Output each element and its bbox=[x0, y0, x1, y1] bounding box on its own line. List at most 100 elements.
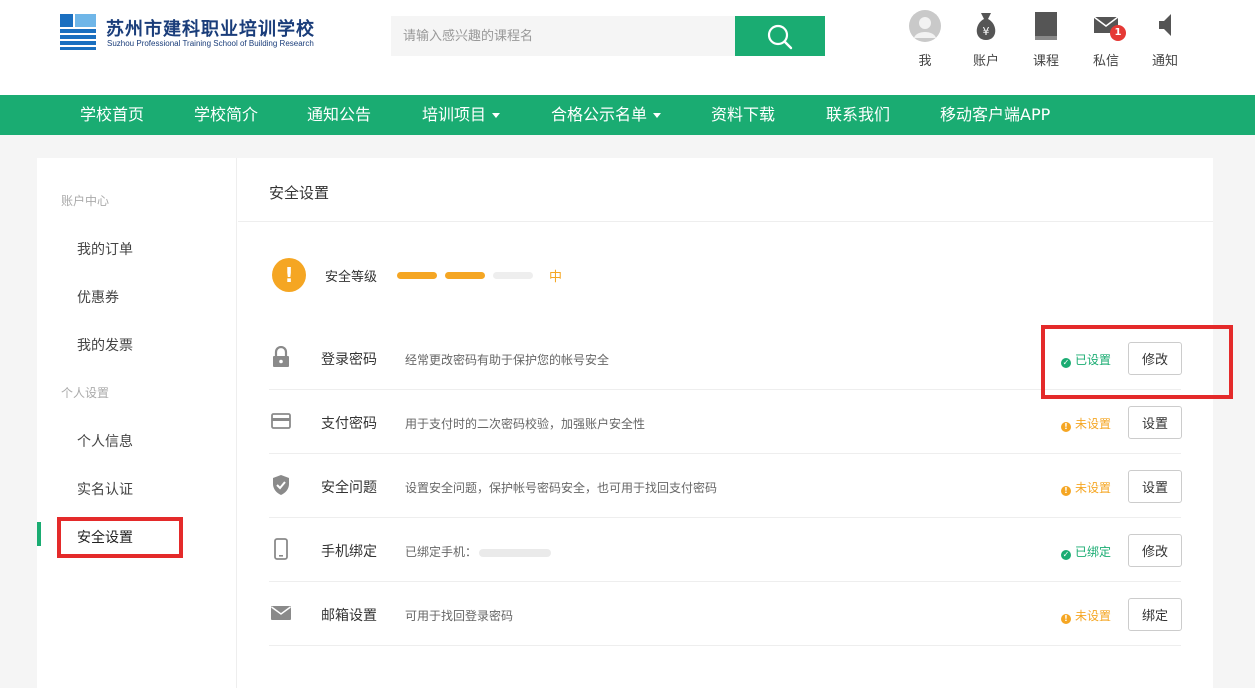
nav-mobile-app-label: 移动客户端APP bbox=[940, 105, 1051, 124]
row-name: 安全问题 bbox=[321, 480, 377, 496]
school-logo[interactable]: 苏州市建科职业培训学校 Suzhou Professional Training… bbox=[60, 14, 320, 54]
row-desc: 经常更改密码有助于保护您的帐号安全 bbox=[405, 353, 610, 367]
speaker-icon bbox=[1159, 14, 1171, 36]
exclamation-circle-icon: ! bbox=[1061, 486, 1071, 496]
bind-email-button[interactable]: 绑定 bbox=[1128, 598, 1182, 631]
header-courses[interactable]: 课程 bbox=[1021, 10, 1071, 70]
card-icon bbox=[271, 413, 291, 429]
security-level-bar-1 bbox=[397, 272, 437, 279]
site-header: 苏州市建科职业培训学校 Suzhou Professional Training… bbox=[0, 0, 1255, 95]
header-me[interactable]: 我 bbox=[900, 10, 950, 70]
check-circle-icon: ✓ bbox=[1061, 550, 1071, 560]
nav-qualified-list-label: 合格公示名单 bbox=[551, 105, 648, 124]
row-desc: 可用于找回登录密码 bbox=[405, 609, 514, 623]
set-payment-password-button[interactable]: 设置 bbox=[1128, 406, 1182, 439]
sidebar-item-orders[interactable]: 我的订单 bbox=[77, 239, 133, 259]
header-me-label: 我 bbox=[918, 54, 932, 69]
security-level-label: 安全等级 bbox=[325, 270, 378, 285]
nav-mobile-app[interactable]: 移动客户端APP bbox=[940, 95, 1050, 135]
message-count-badge: 1 bbox=[1110, 25, 1126, 41]
chevron-down-icon bbox=[653, 113, 662, 118]
security-row-payment-password: 支付密码 用于支付时的二次密码校验，加强账户安全性 ! 未设置 设置 bbox=[269, 390, 1182, 454]
avatar-icon bbox=[909, 10, 941, 42]
status-text: 未设置 bbox=[1075, 481, 1112, 495]
logo-icon bbox=[60, 14, 96, 50]
security-level-bar-2 bbox=[445, 272, 485, 279]
status-badge: ✓ 已绑定 bbox=[1061, 543, 1111, 560]
nav-notices-label: 通知公告 bbox=[307, 105, 372, 124]
search-button[interactable] bbox=[735, 16, 825, 56]
set-security-question-button[interactable]: 设置 bbox=[1128, 470, 1182, 503]
shield-icon bbox=[273, 475, 289, 495]
search-icon bbox=[767, 24, 793, 50]
sidebar-group-account: 账户中心 bbox=[61, 194, 110, 208]
status-text: 未设置 bbox=[1075, 609, 1112, 623]
row-desc: 设置安全问题，保护帐号密码安全，也可用于找回支付密码 bbox=[405, 481, 718, 495]
highlight-box-login-password bbox=[1041, 325, 1233, 399]
logo-title-en: Suzhou Professional Training School of B… bbox=[107, 39, 314, 48]
modify-phone-button[interactable]: 修改 bbox=[1128, 534, 1182, 567]
nav-about-label: 学校简介 bbox=[194, 105, 259, 124]
header-notifications-label: 通知 bbox=[1151, 54, 1178, 69]
warning-icon: ! bbox=[272, 258, 306, 292]
row-name: 支付密码 bbox=[321, 416, 377, 432]
status-badge: ! 未设置 bbox=[1061, 479, 1111, 496]
exclamation-circle-icon: ! bbox=[1061, 614, 1071, 624]
header-account[interactable]: ¥ 账户 bbox=[961, 10, 1011, 70]
account-panel: 账户中心 我的订单 优惠券 我的发票 个人设置 个人信息 实名认证 安全设置 安… bbox=[37, 158, 1213, 688]
nav-qualified-list[interactable]: 合格公示名单 bbox=[551, 95, 662, 135]
security-level-bar-3 bbox=[493, 272, 533, 279]
page-title: 安全设置 bbox=[269, 184, 330, 202]
sidebar-active-indicator bbox=[37, 522, 41, 546]
row-name: 登录密码 bbox=[321, 352, 377, 368]
header-messages[interactable]: 1 私信 bbox=[1081, 10, 1131, 70]
sidebar-item-coupons[interactable]: 优惠券 bbox=[77, 287, 119, 307]
header-notifications[interactable]: 通知 bbox=[1140, 10, 1190, 70]
header-courses-label: 课程 bbox=[1032, 54, 1059, 69]
nav-downloads-label: 资料下载 bbox=[711, 105, 776, 124]
svg-text:¥: ¥ bbox=[983, 25, 990, 38]
exclamation-circle-icon: ! bbox=[1061, 422, 1071, 432]
row-desc: 已绑定手机： bbox=[405, 543, 552, 560]
sidebar-item-verification[interactable]: 实名认证 bbox=[77, 479, 133, 499]
phone-icon bbox=[274, 538, 288, 560]
chevron-down-icon bbox=[492, 113, 501, 118]
row-name: 手机绑定 bbox=[321, 544, 377, 560]
status-text: 已绑定 bbox=[1075, 545, 1112, 559]
book-icon bbox=[1035, 12, 1057, 40]
sidebar-item-invoices[interactable]: 我的发票 bbox=[77, 335, 133, 355]
security-row-security-question: 安全问题 设置安全问题，保护帐号密码安全，也可用于找回支付密码 ! 未设置 设置 bbox=[269, 454, 1182, 518]
status-badge: ! 未设置 bbox=[1061, 415, 1111, 432]
nav-contact-label: 联系我们 bbox=[826, 105, 891, 124]
security-row-phone-binding: 手机绑定 已绑定手机： ✓ 已绑定 修改 bbox=[269, 518, 1182, 582]
row-name: 邮箱设置 bbox=[321, 608, 377, 624]
header-account-label: 账户 bbox=[972, 54, 999, 69]
sidebar-group-personal: 个人设置 bbox=[61, 386, 110, 400]
masked-phone-number bbox=[479, 548, 552, 557]
security-row-email: 邮箱设置 可用于找回登录密码 ! 未设置 绑定 bbox=[269, 582, 1182, 646]
nav-about[interactable]: 学校简介 bbox=[194, 95, 258, 135]
row-desc-text: 已绑定手机： bbox=[405, 545, 478, 559]
status-text: 未设置 bbox=[1075, 417, 1112, 431]
security-level-value: 中 bbox=[549, 270, 563, 285]
nav-home[interactable]: 学校首页 bbox=[80, 95, 144, 135]
logo-title-cn: 苏州市建科职业培训学校 bbox=[106, 19, 315, 40]
lock-icon bbox=[273, 346, 289, 367]
highlight-box-sidebar bbox=[57, 517, 183, 558]
envelope-icon bbox=[271, 606, 291, 620]
security-settings-main: 安全设置 ! 安全等级 中 登录密码 经常更改密码有助于保护您的帐号安全 ✓ 已设… bbox=[238, 158, 1213, 688]
row-desc: 用于支付时的二次密码校验，加强账户安全性 bbox=[405, 417, 646, 431]
nav-downloads[interactable]: 资料下载 bbox=[711, 95, 775, 135]
nav-training[interactable]: 培训项目 bbox=[422, 95, 501, 135]
header-messages-label: 私信 bbox=[1092, 54, 1119, 69]
sidebar-item-profile[interactable]: 个人信息 bbox=[77, 431, 133, 451]
account-sidebar: 账户中心 我的订单 优惠券 我的发票 个人设置 个人信息 实名认证 安全设置 bbox=[37, 158, 237, 688]
money-bag-icon: ¥ bbox=[976, 13, 996, 40]
nav-notices[interactable]: 通知公告 bbox=[307, 95, 371, 135]
course-search-input[interactable] bbox=[391, 16, 735, 56]
status-badge: ! 未设置 bbox=[1061, 607, 1111, 624]
nav-home-label: 学校首页 bbox=[80, 105, 145, 124]
nav-contact[interactable]: 联系我们 bbox=[826, 95, 890, 135]
main-nav: 学校首页 学校简介 通知公告 培训项目 合格公示名单 资料下载 联系我们 移动客… bbox=[0, 95, 1255, 135]
nav-training-label: 培训项目 bbox=[422, 105, 487, 124]
